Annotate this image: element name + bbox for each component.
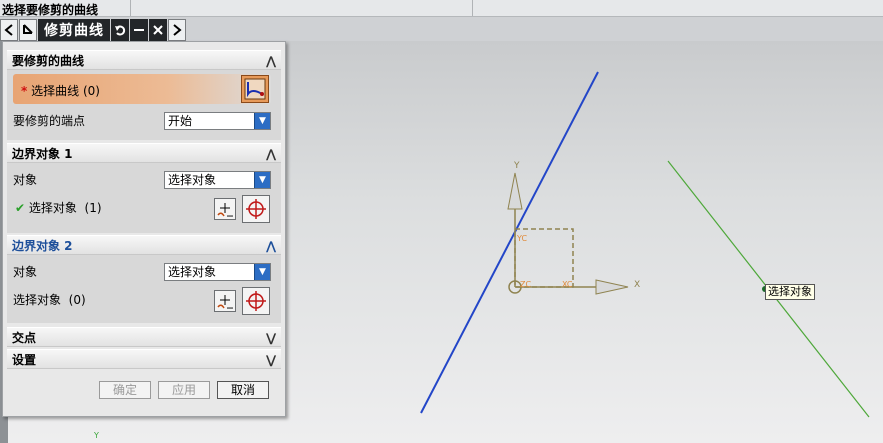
- section-body-curve: * 选择曲线 (0) 要修剪的端点 开始 ▼: [7, 70, 281, 140]
- checkmark-icon: ✔: [15, 201, 26, 215]
- section-settings[interactable]: 设置 ⋁: [7, 349, 281, 369]
- cancel-button[interactable]: 取消: [217, 381, 269, 399]
- select-object-text: 选择对象: [13, 293, 62, 307]
- status-bar: 选择要修剪的曲线: [0, 0, 883, 17]
- section-header-curve[interactable]: 要修剪的曲线 ⋀: [7, 50, 281, 70]
- section-title: 边界对象 1: [12, 147, 73, 161]
- apply-button[interactable]: 应用: [158, 381, 210, 399]
- trim-curve-dialog: 要修剪的曲线 ⋀ * 选择曲线 (0) 要修剪的端点 开始 ▼ 边界对象 1 ⋀…: [2, 41, 286, 417]
- section-title: 要修剪的曲线: [12, 54, 85, 68]
- dropdown-arrow-icon[interactable]: ▼: [254, 264, 270, 280]
- object-row: 对象 选择对象 ▼: [7, 167, 281, 191]
- axis-y-label: Y: [513, 161, 520, 171]
- endpoint-select[interactable]: 开始 ▼: [164, 112, 271, 130]
- select-object-label: ✔ 选择对象 (1): [15, 199, 102, 216]
- chevron-left-icon[interactable]: [0, 19, 18, 41]
- select-curve-text: 选择曲线: [31, 84, 80, 98]
- object-label: 对象: [13, 265, 38, 279]
- chevron-down-icon[interactable]: ⋁: [261, 328, 281, 348]
- curve-select-icon[interactable]: [241, 75, 269, 103]
- section-header-boundary-1[interactable]: 边界对象 1 ⋀: [7, 143, 281, 163]
- select-curve-row[interactable]: * 选择曲线 (0): [13, 74, 271, 104]
- endpoint-value: 开始: [168, 114, 193, 128]
- axis-yc-label: YC: [516, 234, 527, 243]
- chevron-up-icon[interactable]: ⋀: [261, 51, 281, 71]
- select-curve-count: (0): [82, 84, 100, 98]
- object-row: 对象 选择对象 ▼: [7, 259, 281, 283]
- chevron-up-icon[interactable]: ⋀: [261, 144, 281, 164]
- selection-tooltip: 选择对象: [765, 284, 815, 300]
- add-object-icon[interactable]: [214, 198, 236, 220]
- section-header-boundary-2[interactable]: 边界对象 2 ⋀: [7, 235, 281, 255]
- section-body-boundary-1: 对象 选择对象 ▼ ✔ 选择对象 (1): [7, 163, 281, 233]
- select-object-row[interactable]: 选择对象 (0): [7, 287, 281, 315]
- select-object-text: 选择对象: [28, 201, 77, 215]
- section-boundary-2: 边界对象 2 ⋀ 对象 选择对象 ▼ 选择对象 (0): [7, 235, 281, 323]
- section-curve-to-trim: 要修剪的曲线 ⋀ * 选择曲线 (0) 要修剪的端点 开始 ▼: [7, 50, 281, 140]
- status-divider: [130, 0, 131, 16]
- object-type-value: 选择对象: [168, 265, 217, 279]
- undo-icon[interactable]: [111, 19, 129, 41]
- section-title: 交点: [12, 331, 37, 345]
- section-header-settings[interactable]: 设置 ⋁: [7, 349, 281, 369]
- add-object-icon[interactable]: [214, 290, 236, 312]
- object-type-select[interactable]: 选择对象 ▼: [164, 171, 271, 189]
- object-type-select[interactable]: 选择对象 ▼: [164, 263, 271, 281]
- select-object-count: (1): [84, 201, 102, 215]
- section-boundary-1: 边界对象 1 ⋀ 对象 选择对象 ▼ ✔ 选择对象 (1): [7, 143, 281, 233]
- minimize-icon[interactable]: [130, 19, 148, 41]
- dropdown-arrow-icon[interactable]: ▼: [254, 113, 270, 129]
- section-header-intersection[interactable]: 交点 ⋁: [7, 327, 281, 347]
- axis-zc-label: ZC: [520, 280, 531, 289]
- required-mark: *: [21, 84, 28, 98]
- select-object-count: (0): [68, 293, 86, 307]
- section-body-boundary-2: 对象 选择对象 ▼ 选择对象 (0): [7, 255, 281, 323]
- select-object-row[interactable]: ✔ 选择对象 (1): [7, 195, 281, 223]
- chevron-down-icon[interactable]: ⋁: [261, 350, 281, 370]
- pointer-arrow-icon[interactable]: [19, 19, 37, 41]
- section-title: 设置: [12, 353, 37, 367]
- section-intersection[interactable]: 交点 ⋁: [7, 327, 281, 347]
- select-object-label: 选择对象 (0): [13, 291, 86, 308]
- axis-xc-label: XC: [562, 280, 573, 289]
- close-icon[interactable]: [149, 19, 167, 41]
- chevron-up-icon[interactable]: ⋀: [261, 236, 281, 256]
- status-divider: [472, 0, 473, 16]
- small-axis-label: Y: [94, 431, 99, 440]
- object-type-value: 选择对象: [168, 173, 217, 187]
- dropdown-arrow-icon[interactable]: ▼: [254, 172, 270, 188]
- object-label: 对象: [13, 173, 38, 187]
- point-constructor-icon[interactable]: [242, 287, 270, 315]
- command-titlebar: 修剪曲线: [0, 19, 210, 41]
- axis-x-label: X: [634, 280, 640, 290]
- ok-button[interactable]: 确定: [99, 381, 151, 399]
- select-curve-label: * 选择曲线 (0): [21, 82, 100, 99]
- point-constructor-icon[interactable]: [242, 195, 270, 223]
- chevron-right-icon[interactable]: [168, 19, 186, 41]
- endpoint-label: 要修剪的端点: [13, 114, 86, 128]
- command-title: 修剪曲线: [38, 19, 110, 41]
- blue-curve[interactable]: [420, 71, 599, 414]
- endpoint-row: 要修剪的端点 开始 ▼: [7, 108, 281, 132]
- status-prompt: 选择要修剪的曲线: [2, 3, 99, 17]
- section-title: 边界对象 2: [12, 239, 73, 253]
